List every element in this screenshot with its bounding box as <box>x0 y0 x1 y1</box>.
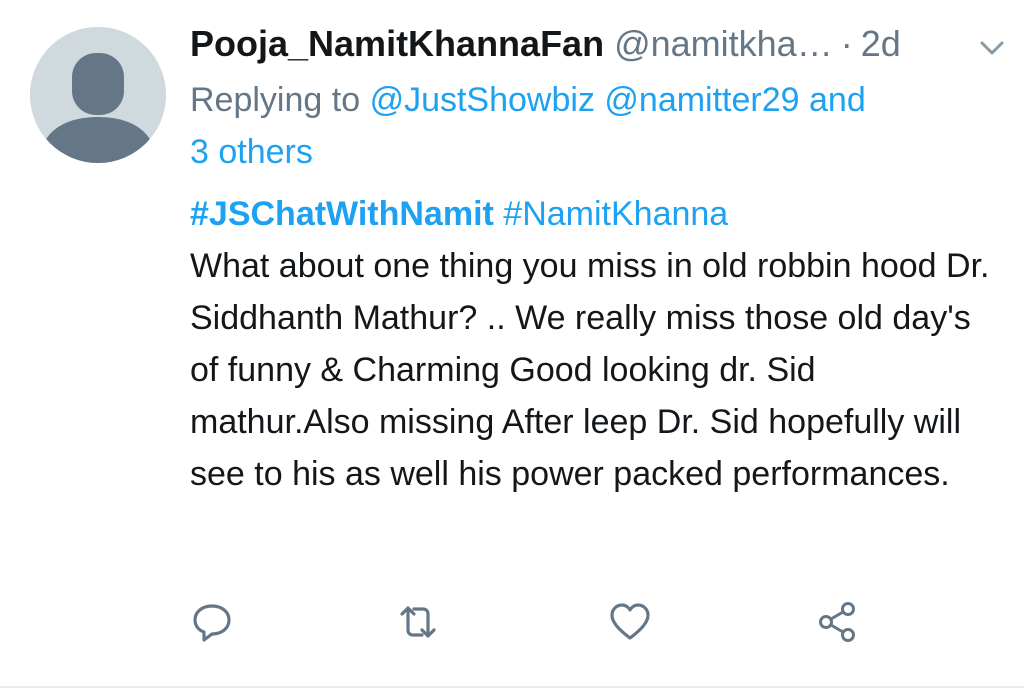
reply-button[interactable] <box>190 600 234 644</box>
tweet-content: Pooja_NamitKhannaFan @namitkha… · 2d Rep… <box>190 20 1004 500</box>
timestamp[interactable]: 2d <box>861 20 901 68</box>
tweet-text: #JSChatWithNamit #NamitKhanna What about… <box>190 188 1000 500</box>
chevron-down-icon[interactable] <box>978 38 1006 58</box>
retweet-icon <box>400 606 436 638</box>
heart-icon <box>610 603 650 640</box>
replying-others-link[interactable]: 3 others <box>190 133 313 171</box>
share-button[interactable] <box>816 600 860 644</box>
replying-prefix: Replying to <box>190 81 361 119</box>
replying-and[interactable]: and <box>809 81 866 119</box>
separator-dot: · <box>840 23 853 64</box>
hashtag-jschatwithnamit[interactable]: #JSChatWithNamit <box>190 195 494 233</box>
avatar[interactable] <box>30 27 166 163</box>
share-icon <box>819 602 855 642</box>
tweet-actions <box>190 600 870 644</box>
mention-justshowbiz[interactable]: @JustShowbiz <box>370 81 595 119</box>
like-button[interactable] <box>608 600 652 644</box>
retweet-button[interactable] <box>396 600 440 644</box>
tweet-header: Pooja_NamitKhannaFan @namitkha… · 2d <box>190 20 1000 68</box>
mention-namitter29[interactable]: @namitter29 <box>604 81 799 119</box>
user-handle[interactable]: @namitkha… <box>614 20 833 68</box>
tweet-card[interactable]: Pooja_NamitKhannaFan @namitkha… · 2d Rep… <box>0 0 1024 688</box>
replying-to: Replying to @JustShowbiz @namitter29 and… <box>190 74 1000 178</box>
default-avatar-icon <box>30 27 166 163</box>
tweet-body: What about one thing you miss in old rob… <box>190 247 990 493</box>
reply-icon <box>193 604 231 642</box>
hashtag-namitkhanna[interactable]: #NamitKhanna <box>503 195 728 233</box>
display-name[interactable]: Pooja_NamitKhannaFan <box>190 20 604 68</box>
